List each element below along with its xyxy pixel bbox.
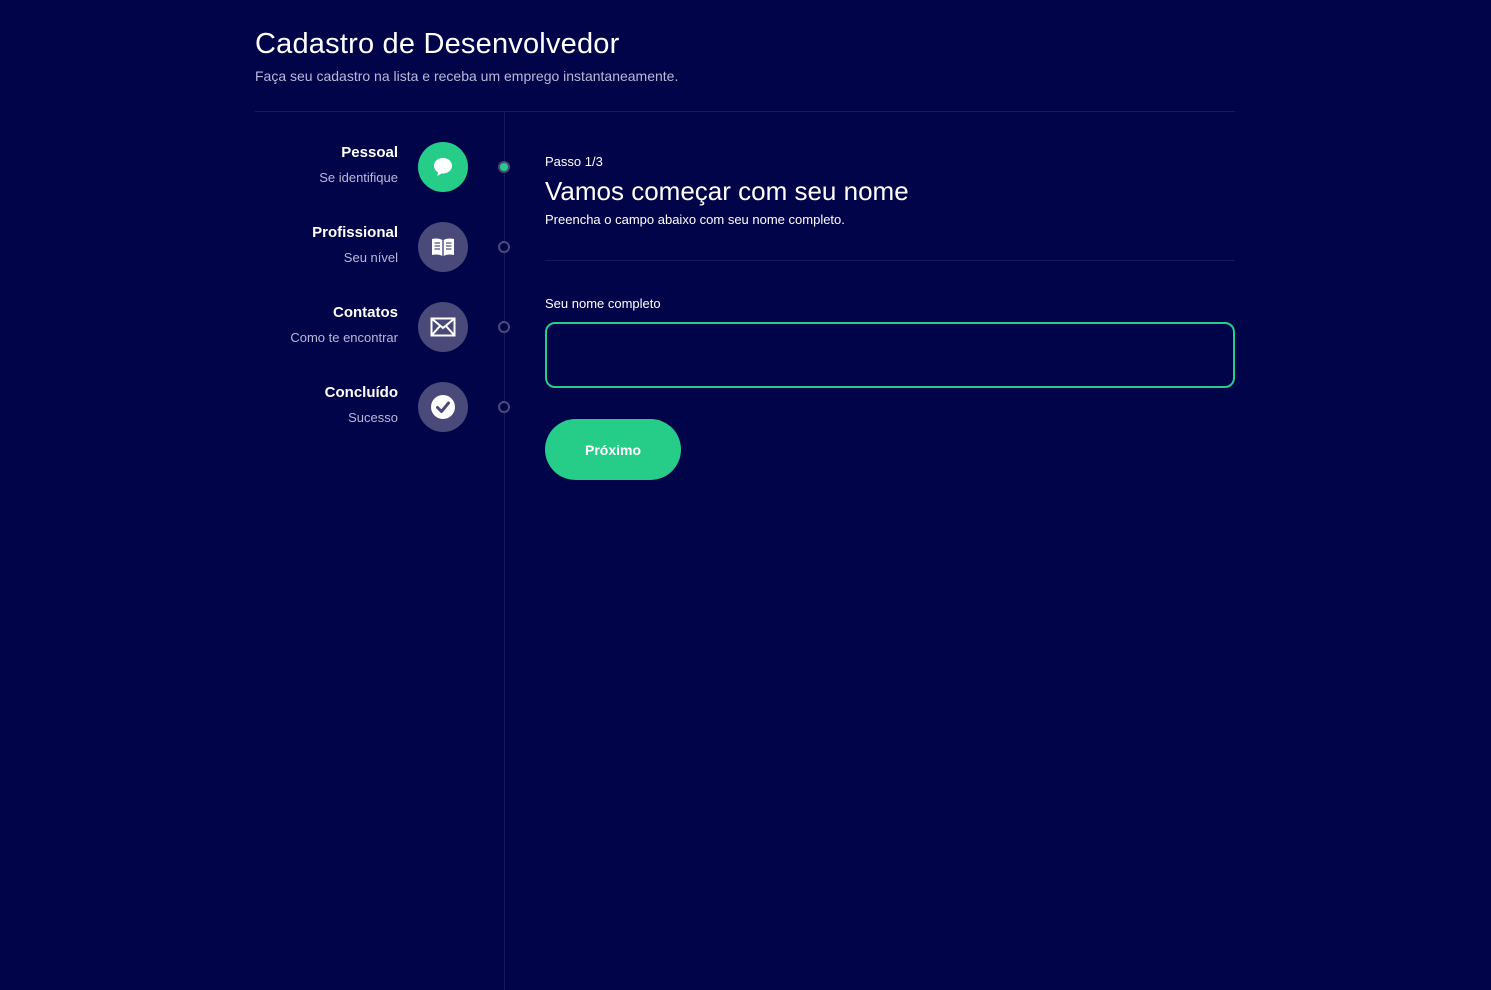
step-pessoal[interactable]: Pessoal Se identifique — [255, 140, 515, 196]
step-concluido[interactable]: Concluído Sucesso — [255, 380, 515, 436]
full-name-input[interactable] — [545, 322, 1235, 388]
step-profissional-text: Profissional Seu nível — [312, 224, 398, 266]
full-name-label: Seu nome completo — [545, 296, 661, 311]
step-title: Profissional — [312, 224, 398, 241]
step-description: Como te encontrar — [290, 330, 398, 345]
step-indicator-dot — [498, 241, 510, 253]
step-concluido-text: Concluído Sucesso — [325, 384, 398, 426]
step-counter: Passo 1/3 — [545, 154, 603, 169]
envelope-icon — [418, 302, 468, 352]
step-indicator-dot — [498, 161, 510, 173]
header-divider — [255, 111, 1235, 112]
step-title: Concluído — [324, 384, 398, 401]
chat-bubble-icon — [418, 142, 468, 192]
step-pessoal-text: Pessoal Se identifique — [319, 144, 398, 186]
page-subtitle: Faça seu cadastro na lista e receba um e… — [255, 68, 679, 84]
step-indicator-dot — [498, 401, 510, 413]
page-container: Cadastro de Desenvolvedor Faça seu cadas… — [255, 0, 1235, 990]
page-title: Cadastro de Desenvolvedor — [255, 28, 620, 60]
step-title: Pessoal — [341, 144, 398, 161]
form-title: Vamos começar com seu nome — [545, 176, 909, 206]
step-contatos-text: Contatos Como te encontrar — [290, 304, 398, 346]
step-profissional[interactable]: Profissional Seu nível — [255, 220, 515, 276]
form-divider — [545, 260, 1235, 261]
form-description: Preencha o campo abaixo com seu nome com… — [545, 212, 845, 227]
step-description: Sucesso — [348, 410, 398, 425]
step-description: Se identifique — [319, 170, 398, 185]
check-circle-icon — [418, 382, 468, 432]
page-header: Cadastro de Desenvolvedor Faça seu cadas… — [255, 26, 1235, 85]
book-icon — [418, 222, 468, 272]
step-title: Contatos — [333, 304, 398, 321]
next-button[interactable]: Próximo — [545, 419, 681, 480]
step-description: Seu nível — [343, 250, 398, 265]
step-contatos[interactable]: Contatos Como te encontrar — [255, 300, 515, 356]
step-indicator-dot — [498, 321, 510, 333]
